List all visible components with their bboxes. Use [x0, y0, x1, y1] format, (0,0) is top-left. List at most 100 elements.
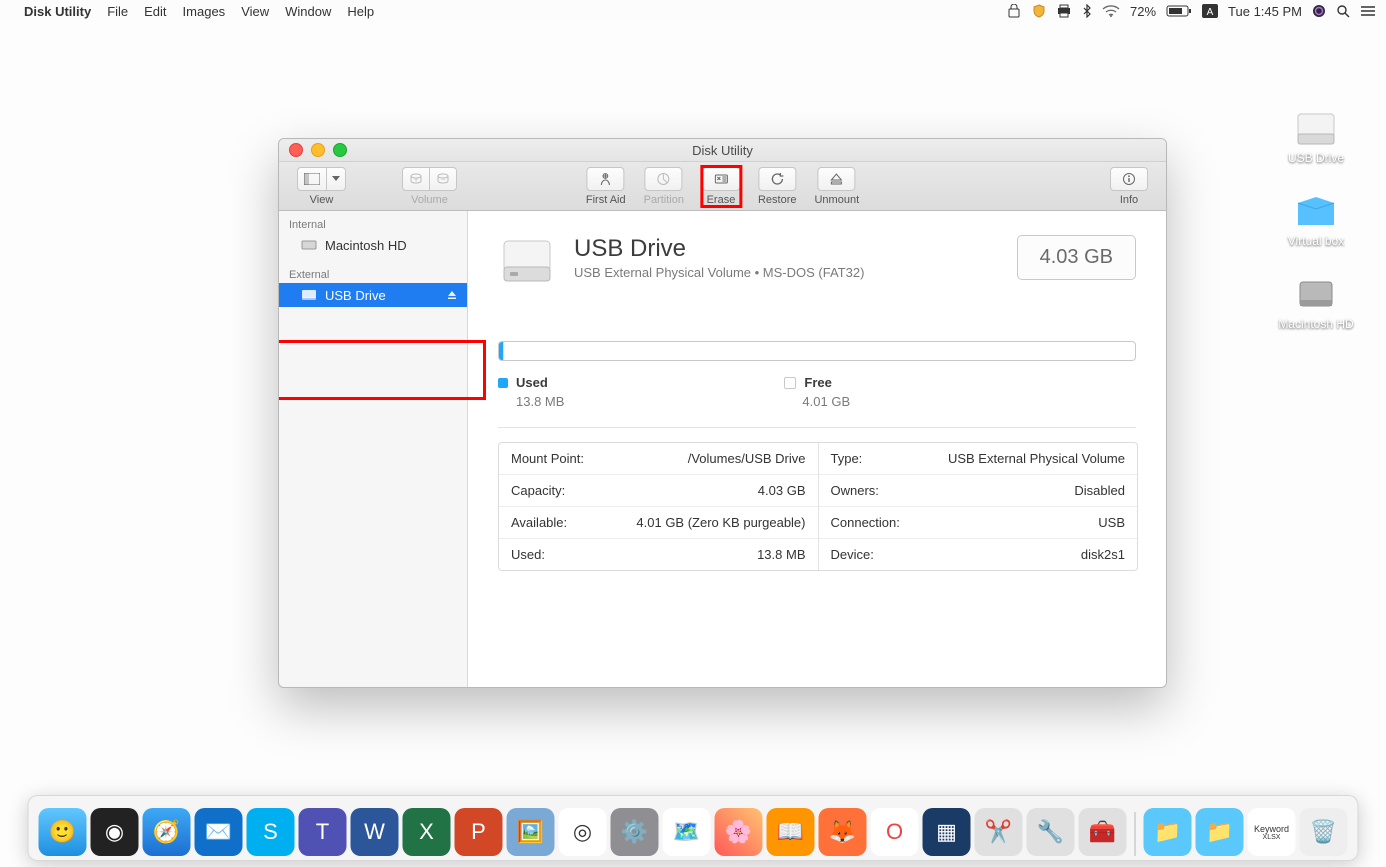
dock-app-utility-3[interactable]: 🧰	[1079, 808, 1127, 856]
unmount-button[interactable]	[818, 167, 856, 191]
info-table: Mount Point:/Volumes/USB Drive Capacity:…	[498, 442, 1138, 571]
volume-add-button: +	[402, 167, 430, 191]
info-key: Connection:	[831, 515, 900, 530]
battery-icon[interactable]	[1166, 5, 1192, 17]
lock-icon[interactable]	[1006, 4, 1022, 18]
view-options-button[interactable]	[327, 167, 346, 191]
legend-used-label: Used	[516, 375, 548, 390]
dock-app-utility-1[interactable]: ✂️	[975, 808, 1023, 856]
toolbar-volume: + − Volume	[402, 167, 457, 206]
dock-app-firefox[interactable]: 🦊	[819, 808, 867, 856]
toolbar-view-label: View	[310, 194, 334, 206]
info-row: Owners:Disabled	[819, 475, 1138, 507]
window-zoom-button[interactable]	[333, 143, 347, 157]
view-sidebar-button[interactable]	[297, 167, 327, 191]
info-row: Used:13.8 MB	[499, 539, 818, 570]
dock: 🙂 ◉ 🧭 ✉️ S T W X P 🖼️ ◎ ⚙️ 🗺️ 🌸 📖 🦊 O ▦ …	[28, 795, 1359, 861]
free-swatch	[784, 377, 796, 389]
dock-app-settings[interactable]: ⚙️	[611, 808, 659, 856]
dock-app-outlook[interactable]: ✉️	[195, 808, 243, 856]
info-value: 4.01 GB (Zero KB purgeable)	[636, 515, 805, 530]
toolbar-erase: Erase	[702, 167, 740, 206]
legend-free-value: 4.01 GB	[802, 394, 850, 409]
window-minimize-button[interactable]	[311, 143, 325, 157]
info-value: /Volumes/USB Drive	[688, 451, 806, 466]
dock-app-preview[interactable]: 🖼️	[507, 808, 555, 856]
menubar: Disk Utility File Edit Images View Windo…	[0, 0, 1386, 23]
external-disk-icon	[301, 289, 317, 301]
dock-app-siri[interactable]: ◉	[91, 808, 139, 856]
info-label: Info	[1120, 194, 1138, 206]
dock-app-teams[interactable]: T	[299, 808, 347, 856]
restore-button[interactable]	[758, 167, 796, 191]
spotlight-icon[interactable]	[1336, 4, 1350, 18]
dock-app-ibooks[interactable]: 📖	[767, 808, 815, 856]
menu-edit[interactable]: Edit	[144, 4, 166, 19]
dock-folder-2[interactable]: 📁	[1196, 808, 1244, 856]
usage-bar-used	[499, 342, 504, 360]
dock-folder-1[interactable]: 📁	[1144, 808, 1192, 856]
window-close-button[interactable]	[289, 143, 303, 157]
dock-app-excel[interactable]: X	[403, 808, 451, 856]
desktop-icon-virtual-box[interactable]: Virtual box	[1266, 195, 1366, 248]
dock-file-xlsx[interactable]: KeywordXLSX	[1248, 808, 1296, 856]
desktop-icon-usb-drive[interactable]: USB Drive	[1266, 112, 1366, 165]
svg-text:−: −	[441, 177, 445, 184]
legend-used-value: 13.8 MB	[516, 394, 564, 409]
siri-icon[interactable]	[1312, 4, 1326, 18]
svg-text:+: +	[414, 177, 418, 184]
menu-help[interactable]: Help	[347, 4, 374, 19]
info-row: Type:USB External Physical Volume	[819, 443, 1138, 475]
info-row: Mount Point: /Volumes/USB Drive	[499, 443, 818, 475]
sidebar-item-usb-drive[interactable]: USB Drive	[279, 283, 467, 307]
dock-app-utility-2[interactable]: 🔧	[1027, 808, 1075, 856]
dock-app-photos[interactable]: 🌸	[715, 808, 763, 856]
info-value: USB	[1098, 515, 1125, 530]
info-key: Mount Point:	[511, 451, 584, 466]
menu-images[interactable]: Images	[183, 4, 226, 19]
dock-app-opera[interactable]: O	[871, 808, 919, 856]
dock-app-virtualbox[interactable]: ▦	[923, 808, 971, 856]
app-name[interactable]: Disk Utility	[24, 4, 91, 19]
dock-app-skype[interactable]: S	[247, 808, 295, 856]
clock[interactable]: Tue 1:45 PM	[1228, 4, 1302, 19]
usage-bar	[498, 341, 1136, 361]
notification-center-icon[interactable]	[1360, 5, 1376, 17]
dock-app-finder[interactable]: 🙂	[39, 808, 87, 856]
dock-app-safari[interactable]: 🧭	[143, 808, 191, 856]
volume-name: USB Drive	[574, 235, 1017, 263]
main-pane: USB Drive USB External Physical Volume •…	[468, 211, 1166, 687]
toolbar-volume-label: Volume	[411, 194, 448, 206]
toolbar-info: Info	[1110, 167, 1148, 206]
toolbar: View + − Volume First	[279, 162, 1166, 211]
sidebar-header-internal: Internal	[279, 217, 467, 233]
erase-button[interactable]	[702, 167, 740, 191]
restore-label: Restore	[758, 194, 797, 206]
disk-utility-window: Disk Utility View +	[278, 138, 1167, 688]
sidebar-item-macintosh-hd[interactable]: Macintosh HD	[279, 233, 467, 257]
dock-app-maps[interactable]: 🗺️	[663, 808, 711, 856]
menu-window[interactable]: Window	[285, 4, 331, 19]
internal-disk-icon	[301, 239, 317, 251]
eject-icon[interactable]	[447, 288, 457, 303]
toolbar-partition: Partition	[644, 167, 684, 206]
menu-view[interactable]: View	[241, 4, 269, 19]
desktop[interactable]: USB Drive Virtual box Macintosh HD Disk …	[0, 22, 1386, 867]
desktop-icon-macintosh-hd[interactable]: Macintosh HD	[1266, 278, 1366, 331]
first-aid-button[interactable]	[587, 167, 625, 191]
dock-trash[interactable]: 🗑️	[1300, 808, 1348, 856]
info-row: Connection: USB	[819, 507, 1138, 539]
printer-icon[interactable]	[1056, 4, 1072, 18]
dock-app-chrome[interactable]: ◎	[559, 808, 607, 856]
dock-app-powerpoint[interactable]: P	[455, 808, 503, 856]
legend-free-label: Free	[804, 375, 831, 390]
input-source-icon[interactable]: A	[1202, 4, 1218, 18]
shield-icon[interactable]	[1032, 4, 1046, 18]
window-titlebar[interactable]: Disk Utility	[279, 139, 1166, 162]
menu-file[interactable]: File	[107, 4, 128, 19]
toolbar-view: View	[297, 167, 346, 206]
wifi-icon[interactable]	[1102, 5, 1120, 17]
info-button[interactable]	[1110, 167, 1148, 191]
bluetooth-icon[interactable]	[1082, 4, 1092, 18]
dock-app-word[interactable]: W	[351, 808, 399, 856]
